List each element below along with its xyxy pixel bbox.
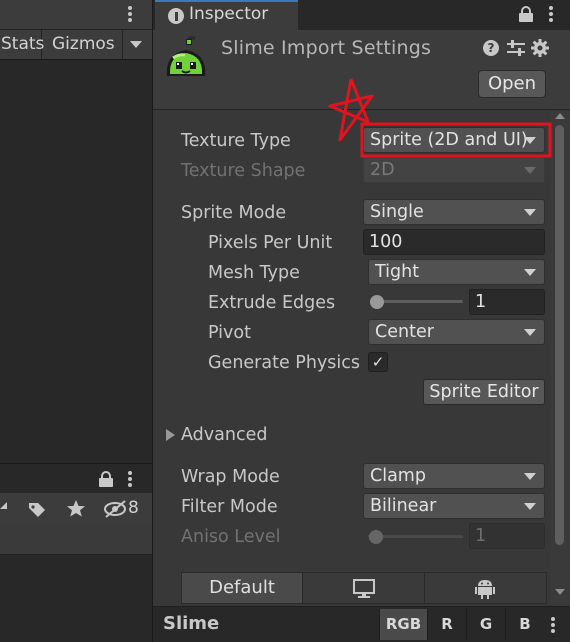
scroll-down-arrow[interactable] (555, 589, 565, 595)
kebab-menu-icon[interactable] (551, 617, 555, 633)
scrollbar-thumb[interactable] (555, 125, 564, 545)
sprite-editor-button[interactable]: Sprite Editor (423, 379, 545, 405)
gizmos-button[interactable]: Gizmos (46, 30, 120, 59)
slime-asset-icon (166, 36, 206, 76)
texture-shape-label: Texture Shape (181, 161, 306, 181)
advanced-foldout-arrow[interactable] (166, 429, 175, 441)
channel-r-button[interactable]: R (427, 609, 466, 640)
channel-g-button[interactable]: G (466, 609, 505, 640)
tab-inspector[interactable]: Inspector (155, 0, 298, 30)
wrap-mode-dropdown[interactable]: Clamp (363, 463, 545, 489)
android-icon (475, 580, 495, 599)
presets-icon[interactable] (507, 40, 525, 56)
mesh-type-dropdown[interactable]: Tight (368, 259, 545, 285)
settings-gear-icon[interactable] (531, 39, 549, 57)
kebab-menu-icon[interactable] (549, 6, 553, 22)
sprite-mode-label: Sprite Mode (181, 203, 287, 223)
sprite-mode-dropdown[interactable]: Single (363, 199, 545, 225)
stats-button[interactable]: Stats (0, 30, 44, 59)
inspector-scrollbar[interactable] (551, 111, 569, 606)
scene-tab-bar (0, 0, 152, 30)
hierarchy-header (0, 463, 152, 493)
tab-android-platform[interactable] (425, 573, 546, 603)
inspector-tab-strip: Inspector (153, 0, 570, 30)
generate-physics-label: Generate Physics (208, 353, 361, 373)
tab-standalone-platform[interactable] (303, 573, 425, 603)
monitor-icon (353, 579, 375, 598)
inspector-tab-label: Inspector (189, 4, 269, 24)
help-icon[interactable]: ? (483, 40, 499, 56)
scroll-up-arrow[interactable] (555, 113, 565, 119)
preview-title: Slime (163, 613, 220, 634)
channel-b-button[interactable]: B (505, 609, 544, 640)
tag-icon (29, 503, 45, 517)
inspector-panel: Inspector Slime Import Settings ? Open T… (152, 0, 570, 642)
mesh-type-label: Mesh Type (208, 263, 300, 283)
star-icon (67, 500, 85, 517)
generate-physics-checkbox[interactable]: ✓ (368, 352, 388, 372)
lock-icon[interactable] (99, 471, 113, 487)
project-toolbar: 8 (0, 493, 152, 525)
pivot-label: Pivot (208, 323, 251, 343)
info-icon (168, 8, 184, 24)
project-list (0, 556, 152, 642)
filter-mode-dropdown[interactable]: Bilinear (363, 493, 545, 519)
gizmos-dropdown-arrow[interactable] (122, 30, 148, 59)
hidden-count: 8 (128, 498, 139, 518)
aniso-level-field: 1 (469, 523, 545, 549)
scene-toolbar: Stats Gizmos (0, 30, 152, 60)
tab-default-platform[interactable]: Default (182, 573, 303, 603)
import-settings: Texture Type Sprite (2D and UI) Texture … (153, 111, 551, 606)
scene-panel: Stats Gizmos 8 (0, 0, 152, 642)
pixels-per-unit-field[interactable]: 100 (363, 229, 545, 255)
lock-icon[interactable] (519, 6, 533, 22)
triangle-icon (0, 502, 7, 509)
pixels-per-unit-label: Pixels Per Unit (208, 233, 333, 253)
kebab-menu-icon[interactable] (128, 6, 132, 22)
preview-bar: Slime RGB R G B (153, 606, 570, 642)
channel-rgb-button[interactable]: RGB (379, 609, 427, 640)
open-button[interactable]: Open (478, 70, 546, 98)
page-title: Slime Import Settings (221, 37, 432, 59)
hidden-eye-icon (104, 500, 126, 518)
aniso-level-slider-handle (369, 530, 383, 544)
advanced-foldout-label[interactable]: Advanced (181, 425, 267, 445)
texture-type-dropdown[interactable]: Sprite (2D and UI) (363, 127, 545, 153)
aniso-level-label: Aniso Level (181, 527, 281, 547)
asset-header: Slime Import Settings ? Open (153, 30, 570, 110)
platform-tabs: Default (181, 572, 547, 604)
kebab-menu-icon[interactable] (128, 471, 132, 487)
extrude-edges-slider-track[interactable] (371, 300, 463, 303)
extrude-edges-label: Extrude Edges (208, 293, 336, 313)
extrude-edges-field[interactable]: 1 (469, 289, 545, 315)
texture-type-label: Texture Type (181, 131, 291, 151)
project-row[interactable] (0, 525, 152, 555)
texture-shape-dropdown: 2D (363, 157, 545, 183)
wrap-mode-label: Wrap Mode (181, 467, 280, 487)
extrude-edges-slider-handle[interactable] (370, 295, 384, 309)
pivot-dropdown[interactable]: Center (368, 319, 545, 345)
filter-mode-label: Filter Mode (181, 497, 278, 517)
